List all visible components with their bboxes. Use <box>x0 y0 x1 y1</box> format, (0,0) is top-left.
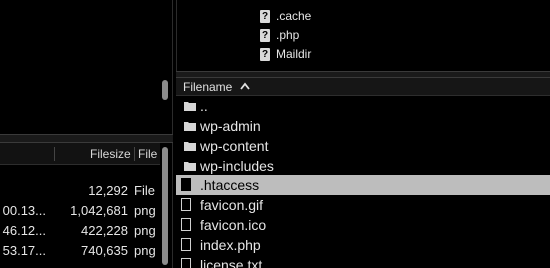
remote-file-list[interactable]: .. wp-admin wp-content wp-includes .htac… <box>176 96 550 268</box>
remote-tree-pane[interactable] <box>176 0 550 71</box>
file-type: png <box>134 223 156 238</box>
folder-icon <box>184 142 196 151</box>
file-name: license.txt <box>200 257 263 268</box>
remote-tree-item[interactable]: ? .cache <box>260 6 311 26</box>
file-row[interactable]: wp-admin <box>176 116 550 136</box>
column-header-filename[interactable]: Filename <box>183 80 232 94</box>
file-row[interactable]: favicon.gif <box>176 195 550 215</box>
file-icon <box>181 238 191 251</box>
local-list-header: Filesize File <box>0 143 160 165</box>
file-size: 422,228 <box>81 223 128 238</box>
file-name: wp-admin <box>200 118 261 134</box>
unknown-folder-icon: ? <box>260 10 270 24</box>
column-divider[interactable] <box>54 147 55 161</box>
remote-tree-item[interactable]: ? .php <box>260 25 299 45</box>
file-type: png <box>134 203 156 218</box>
file-row-selected[interactable]: .htaccess <box>176 175 550 195</box>
file-modified: 00.13... <box>2 203 46 218</box>
file-row[interactable]: .. <box>176 96 550 116</box>
file-icon <box>181 178 191 191</box>
local-tree-pane[interactable] <box>0 0 173 134</box>
file-size: 12,292 <box>88 183 128 198</box>
file-size: 1,042,681 <box>70 203 128 218</box>
file-icon <box>181 218 191 231</box>
sort-ascending-icon[interactable] <box>240 82 250 90</box>
remote-list-header: Filename <box>176 78 550 96</box>
file-row[interactable]: wp-content <box>176 136 550 156</box>
file-name: index.php <box>200 237 261 253</box>
local-list-row[interactable]: 46.12... 422,228 png <box>0 221 160 241</box>
local-list-row[interactable]: 12,292 File <box>0 181 160 201</box>
file-modified: 53.17... <box>2 243 46 258</box>
folder-icon <box>184 162 196 171</box>
column-divider[interactable] <box>134 147 135 161</box>
file-name: .htaccess <box>200 177 260 193</box>
file-name: favicon.ico <box>200 217 267 233</box>
remote-tree-item[interactable]: ? Maildir <box>260 44 311 64</box>
unknown-folder-icon: ? <box>260 29 270 43</box>
local-list-row[interactable]: 00.13... 1,042,681 png <box>0 201 160 221</box>
file-name: wp-content <box>200 138 269 154</box>
tree-item-label: .cache <box>276 9 312 23</box>
file-row[interactable]: license.txt <box>176 255 550 268</box>
file-type: File <box>134 183 155 198</box>
column-header-filesize[interactable]: Filesize <box>90 147 131 161</box>
file-row[interactable]: favicon.ico <box>176 215 550 235</box>
folder-icon <box>184 122 196 131</box>
file-name: .. <box>200 98 208 114</box>
ftp-client-window: Filesize File 12,292 File 00.13... 1,042… <box>0 0 550 268</box>
file-modified: 46.12... <box>2 223 46 238</box>
local-tree-scrollbar-thumb[interactable] <box>162 80 168 100</box>
local-pane-splitter[interactable] <box>0 134 173 143</box>
file-icon <box>181 258 191 268</box>
column-header-filetype[interactable]: File <box>138 147 157 161</box>
file-name: wp-includes <box>200 158 274 174</box>
file-type: png <box>134 243 156 258</box>
file-name: favicon.gif <box>200 197 264 213</box>
file-size: 740,635 <box>81 243 128 258</box>
file-row[interactable]: index.php <box>176 235 550 255</box>
remote-pane-splitter[interactable] <box>176 71 550 78</box>
local-list-row[interactable]: 53.17... 740,635 png <box>0 241 160 261</box>
unknown-folder-icon: ? <box>260 48 270 62</box>
local-list-scrollbar-thumb[interactable] <box>162 147 168 265</box>
file-row[interactable]: wp-includes <box>176 156 550 176</box>
tree-item-label: .php <box>276 28 300 42</box>
tree-item-label: Maildir <box>276 47 312 61</box>
folder-icon <box>184 102 196 111</box>
file-icon <box>181 198 191 211</box>
